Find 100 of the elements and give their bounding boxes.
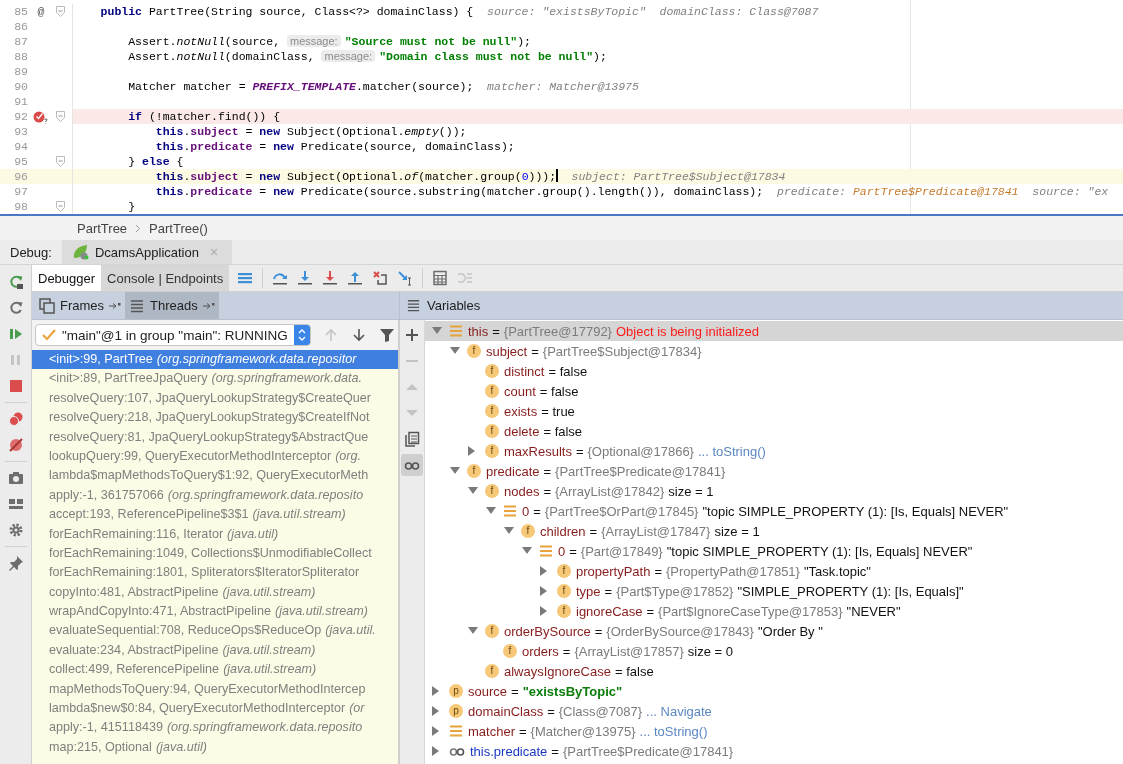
arrow-icon[interactable] [109, 301, 122, 310]
stack-frame[interactable]: apply:-1, 415118439 (org.springframework.data.reposito [32, 718, 398, 738]
stack-frame[interactable]: evaluateSequential:708, ReduceOps$ReduceOp (java.util. [32, 621, 398, 641]
stack-frame[interactable]: lambda$new$0:84, QueryExecutorMethodInterceptor (or [32, 699, 398, 719]
variable-row[interactable]: matcher = {Matcher@13975} ... toString() [425, 721, 1123, 741]
stack-frame[interactable]: apply:-1, 361757066 (org.springframework.data.reposito [32, 485, 398, 506]
stack-frame[interactable]: resolveQuery:81, JpaQueryLookupStrategy$AbstractQue [32, 427, 398, 447]
collapse-icon[interactable] [522, 547, 532, 555]
restart-icon[interactable] [7, 300, 24, 316]
add-icon[interactable] [404, 327, 420, 343]
parameter-icon: p [449, 704, 463, 718]
settings-icon[interactable] [7, 522, 24, 538]
field-icon: f [521, 524, 535, 538]
stop-icon[interactable] [7, 378, 24, 394]
layout-icon[interactable] [7, 496, 24, 512]
variable-row[interactable]: f nodes = {ArrayList@17842} size = 1 [425, 481, 1123, 501]
breadcrumb[interactable]: PartTree [77, 220, 128, 236]
expand-icon[interactable] [432, 686, 440, 696]
stack-frame[interactable]: lookupQuery:99, QueryExecutorMethodInterceptor (org. [32, 446, 398, 467]
breadcrumb[interactable]: PartTree() [149, 220, 208, 236]
step-over-icon[interactable] [272, 270, 289, 286]
force-step-into-icon[interactable] [322, 270, 339, 286]
variable-row[interactable]: p domainClass = {Class@7087} ... Navigate [425, 701, 1123, 721]
resume-icon[interactable] [7, 326, 24, 342]
stack-frame[interactable]: copyInto:481, AbstractPipeline (java.util.stream) [32, 582, 398, 603]
stack-frame[interactable]: mapMethodsToQuery:94, QueryExecutorMethodIntercep [32, 679, 398, 700]
panel-tab[interactable]: Console | Endpoints [101, 265, 230, 291]
stack-frame[interactable]: accept:193, ReferencePipeline$3$1 (java.util.stream) [32, 505, 398, 525]
field-icon: f [485, 664, 499, 678]
expand-icon[interactable] [540, 566, 548, 576]
step-out-icon[interactable] [347, 270, 364, 286]
variable-row[interactable]: this.predicate = {PartTree$Predicate@17841} [425, 741, 1123, 761]
pin-icon[interactable] [7, 555, 24, 571]
panel-tab[interactable]: Debugger [32, 265, 102, 291]
variable-row[interactable]: 0 = {Part@17849} "topic SIMPLE_PROPERTY (1): [Is, Equals] NEVER" [425, 541, 1123, 561]
variable-row[interactable]: f type = {Part$Type@17852} "SIMPLE_PROPERTY (1): [Is, Equals]" [425, 581, 1123, 601]
chevron-icon [135, 223, 142, 233]
variable-row[interactable]: f orderBySource = {OrderBySource@17843} "Order By " [425, 621, 1123, 641]
variable-row[interactable]: f maxResults = {Optional@17866} ... toString() [425, 441, 1123, 461]
menu-icon[interactable] [237, 270, 254, 286]
run-to-cursor-icon[interactable] [397, 270, 414, 286]
mute-breakpoints-icon[interactable] [7, 437, 24, 453]
variable-row[interactable]: 0 = {PartTree$OrPart@17845} "topic SIMPLE_PROPERTY (1): [Is, Equals] NEVER" [425, 501, 1123, 521]
stack-frame[interactable]: collect:499, ReferencePipeline (java.util.stream) [32, 660, 398, 680]
rerun-icon[interactable] [7, 274, 24, 290]
step-into-icon[interactable] [297, 270, 314, 286]
variable-row[interactable]: f distinct = false [425, 361, 1123, 381]
gutter-marker[interactable]: @ [37, 4, 45, 19]
stack-frame[interactable]: forEachRemaining:1049, Collections$UnmodifiableCollect [32, 543, 398, 564]
expand-icon[interactable] [540, 606, 548, 616]
variable-row[interactable]: f ignoreCase = {Part$IgnoreCaseType@17853} "NEVER" [425, 601, 1123, 621]
variable-row[interactable]: f count = false [425, 381, 1123, 401]
filter-icon[interactable] [379, 327, 395, 343]
collapse-icon[interactable] [432, 327, 442, 335]
stack-frame[interactable]: forEachRemaining:116, Iterator (java.util) [32, 524, 398, 544]
collapse-icon[interactable] [486, 507, 496, 515]
camera-icon[interactable] [7, 470, 24, 486]
variable-row[interactable]: f subject = {PartTree$Subject@17834} [425, 341, 1123, 361]
expand-icon[interactable] [432, 706, 440, 716]
expand-icon[interactable] [468, 446, 476, 456]
breakpoints-icon[interactable] [7, 411, 24, 427]
variable-row[interactable]: p source = "existsByTopic" [425, 681, 1123, 701]
stack-frame[interactable]: <init>:89, PartTreeJpaQuery (org.springframework.data. [32, 369, 398, 389]
panel-tab[interactable]: Frames [35, 292, 126, 319]
stack-frame[interactable]: forEachRemaining:1801, Spliterators$IteratorSpliterator [32, 563, 398, 583]
panel-tab[interactable]: Threads [125, 292, 219, 319]
breakpoint-icon[interactable] [33, 109, 49, 124]
collapse-icon[interactable] [450, 347, 460, 355]
expand-icon[interactable] [432, 746, 440, 756]
variable-row[interactable]: this = {PartTree@17792} Object is being initialized [425, 321, 1123, 341]
collapse-icon[interactable] [468, 487, 478, 495]
collapse-icon[interactable] [504, 527, 514, 535]
copy-icon[interactable] [404, 431, 420, 447]
session-tab[interactable]: DcamsApplication × [61, 240, 233, 264]
variable-row[interactable]: f alwaysIgnoreCase = false [425, 661, 1123, 681]
variable-row[interactable]: f propertyPath = {PropertyPath@17851} "Task.topic" [425, 561, 1123, 581]
variable-row[interactable]: f delete = false [425, 421, 1123, 441]
stack-frame[interactable]: wrapAndCopyInto:471, AbstractPipeline (java.util.stream) [32, 602, 398, 622]
variable-row[interactable]: f predicate = {PartTree$Predicate@17841} [425, 461, 1123, 481]
expand-icon[interactable] [432, 726, 440, 736]
stack-frame[interactable]: resolveQuery:218, JpaQueryLookupStrategy$CreateIfNot [32, 408, 398, 428]
stack-frame[interactable]: evaluate:234, AbstractPipeline (java.util.stream) [32, 640, 398, 661]
down-arrow-icon[interactable] [351, 327, 367, 343]
list-icon [449, 325, 463, 337]
field-icon: f [467, 344, 481, 358]
variable-row[interactable]: f exists = true [425, 401, 1123, 421]
drop-frame-icon[interactable] [372, 270, 389, 286]
variable-row[interactable]: f orders = {ArrayList@17857} size = 0 [425, 641, 1123, 661]
stack-frame[interactable]: <init>:99, PartTree (org.springframework.data.repositor [32, 350, 398, 370]
stack-frame[interactable]: lambda$mapMethodsToQuery$1:92, QueryExecutorMeth [32, 466, 398, 486]
expand-icon[interactable] [540, 586, 548, 596]
collapse-icon[interactable] [450, 467, 460, 475]
list-icon [449, 725, 463, 737]
thread-dropdown[interactable]: "main"@1 in group "main": RUNNING [35, 324, 311, 346]
stack-frame[interactable]: map:215, Optional (java.util) [32, 737, 398, 758]
calculator-icon[interactable] [432, 270, 449, 286]
collapse-icon[interactable] [468, 627, 478, 635]
arrow-icon[interactable] [202, 301, 215, 310]
variable-row[interactable]: f children = {ArrayList@17847} size = 1 [425, 521, 1123, 541]
stack-frame[interactable]: resolveQuery:107, JpaQueryLookupStrategy$CreateQuer [32, 388, 398, 409]
